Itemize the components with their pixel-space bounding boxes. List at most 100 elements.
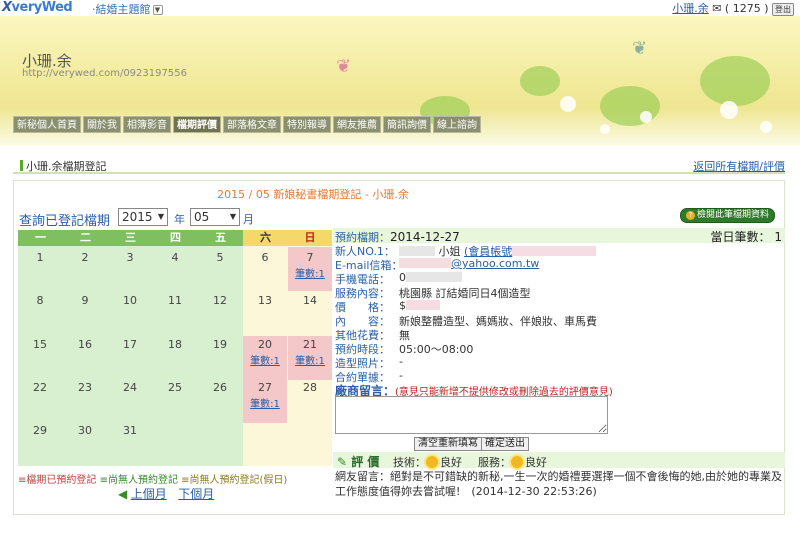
- calendar-day[interactable]: 19: [198, 338, 242, 351]
- points-count: ( 1275 ): [724, 2, 769, 15]
- calendar-day[interactable]: 1: [18, 251, 62, 264]
- calendar-day[interactable]: 2: [63, 251, 107, 264]
- triangle-left-icon: ◀: [118, 487, 128, 501]
- calendar-day[interactable]: 24: [108, 381, 152, 394]
- clear-button[interactable]: 清空重新填寫: [414, 437, 482, 451]
- calendar-day[interactable]: 9: [63, 294, 107, 307]
- skill-rating: 技術： 良好: [393, 456, 462, 469]
- nav-item-reports[interactable]: 特別報導: [283, 116, 331, 133]
- booking-count-link[interactable]: 筆數:1: [288, 352, 332, 367]
- user-name-link[interactable]: 小珊.余: [672, 2, 709, 15]
- sun-icon: [426, 456, 438, 468]
- calendar-day[interactable]: 12: [198, 294, 242, 307]
- calendar-day[interactable]: 25: [153, 381, 197, 394]
- daily-count: 當日筆數： 1: [710, 230, 782, 244]
- calendar-day[interactable]: 8: [18, 294, 62, 307]
- user-area: 小珊.余 ✉ ( 1275 ) 登出: [672, 0, 794, 16]
- calendar-day[interactable]: 11: [153, 294, 197, 307]
- calendar-day[interactable]: 6: [243, 251, 287, 264]
- booking-count-link[interactable]: 筆數:1: [243, 395, 287, 410]
- calendar-day[interactable]: 17: [108, 338, 152, 351]
- weekday-header-sat: 六: [243, 230, 288, 246]
- submit-button[interactable]: 確定送出: [481, 437, 529, 451]
- question-icon: ?: [686, 211, 695, 220]
- query-label: 查詢已登記檔期: [19, 214, 111, 229]
- chevron-down-icon: ▼: [157, 212, 164, 221]
- page-title: 小珊.余檔期登記: [20, 158, 107, 174]
- review-time: (2014-12-30 22:53:26): [471, 485, 597, 498]
- chevron-down-icon: ▼: [229, 212, 236, 221]
- mail-icon[interactable]: ✉: [712, 2, 721, 15]
- calendar-day[interactable]: 20: [243, 338, 287, 351]
- sun-icon: [511, 456, 523, 468]
- nav-item-album[interactable]: 相簿影音: [123, 116, 171, 133]
- calendar-day[interactable]: 18: [153, 338, 197, 351]
- calendar-day[interactable]: 22: [18, 381, 62, 394]
- site-url[interactable]: http://verywed.com/0923197556: [22, 68, 187, 79]
- contract-value: -: [399, 369, 403, 382]
- weekday-header: 二: [63, 230, 108, 246]
- nav-item-sms[interactable]: 簡訊詢價: [383, 116, 431, 133]
- butterfly-icon: ❦: [336, 56, 352, 77]
- weekday-header: 三: [108, 230, 153, 246]
- calendar-day[interactable]: 29: [18, 424, 62, 437]
- nav-item-consult[interactable]: 線上諮詢: [433, 116, 481, 133]
- back-link[interactable]: 返回所有檔期/評價: [693, 158, 785, 174]
- calendar-grid: 一 二 三 四 五 六 日 1 2 3 4 5 6 7 筆數:1 8 9 10 …: [18, 230, 332, 466]
- calendar-day[interactable]: 16: [63, 338, 107, 351]
- calendar-day[interactable]: 7: [288, 251, 332, 264]
- calendar-day[interactable]: 28: [288, 381, 332, 394]
- service-rating: 服務： 良好: [478, 456, 547, 469]
- year-select[interactable]: 2015 ▼: [118, 208, 168, 226]
- pencil-icon: ✎: [337, 455, 348, 469]
- calendar-day[interactable]: 14: [288, 294, 332, 307]
- nav-item-schedule[interactable]: 檔期評價: [173, 116, 221, 133]
- vendor-message-input[interactable]: [335, 396, 608, 434]
- booking-count-link[interactable]: 筆數:1: [288, 265, 332, 280]
- nav-item-recommend[interactable]: 網友推薦: [333, 116, 381, 133]
- content-value: 新娘整體造型、媽媽妝、伴娘妝、車馬費: [399, 315, 597, 328]
- time-value: 05:00～08:00: [399, 343, 474, 356]
- calendar-day[interactable]: 26: [198, 381, 242, 394]
- weekday-header-sun: 日: [288, 230, 332, 246]
- calendar-day[interactable]: 10: [108, 294, 152, 307]
- email-value[interactable]: @yahoo.com.tw: [399, 257, 539, 270]
- nav-item-blog[interactable]: 部落格文章: [223, 116, 281, 133]
- month-select[interactable]: 05 ▼: [190, 208, 240, 226]
- calendar-day[interactable]: 30: [63, 424, 107, 437]
- logout-button[interactable]: 登出: [772, 3, 794, 16]
- calendar-day[interactable]: 3: [108, 251, 152, 264]
- price-value: $: [399, 299, 440, 312]
- nav-item-home[interactable]: 新秘個人首頁: [13, 116, 81, 133]
- year-suffix: 年: [174, 213, 185, 226]
- next-month-link[interactable]: 下個月: [178, 487, 214, 501]
- weekday-header: 一: [18, 230, 63, 246]
- verywed-logo[interactable]: XveryWed: [2, 0, 73, 15]
- calendar-day[interactable]: 15: [18, 338, 62, 351]
- chevron-down-icon: ▼: [152, 5, 163, 15]
- weekday-header: 四: [153, 230, 198, 246]
- view-booking-button[interactable]: ? 檢閱此筆檔期資料: [680, 208, 776, 223]
- calendar-day[interactable]: 13: [243, 294, 287, 307]
- review-text: 網友留言：絕對是不可錯缺的新秘,一生一次的婚禮要選擇一個不會後悔的她,由於她的專…: [335, 470, 782, 498]
- calendar-day[interactable]: 21: [288, 338, 332, 351]
- rating-title: ✎ 評 價: [337, 455, 380, 469]
- legend-booked: ≡檔期已預約登記: [18, 475, 97, 486]
- butterfly-icon: ❦: [632, 38, 648, 59]
- prev-month-link[interactable]: 上個月: [131, 487, 167, 501]
- nav-item-about[interactable]: 關於我: [83, 116, 121, 133]
- phone-value: 0: [399, 271, 462, 284]
- calendar-day[interactable]: 27: [243, 381, 287, 394]
- calendar-title: 2015 / 05 新娘秘書檔期登記 - 小珊.余: [217, 188, 409, 201]
- calendar-day[interactable]: 23: [63, 381, 107, 394]
- calendar-day[interactable]: 4: [153, 251, 197, 264]
- theme-dropdown[interactable]: ·結婚主題館 ▼: [92, 1, 163, 17]
- calendar-day[interactable]: 5: [198, 251, 242, 264]
- month-nav: ◀ 上個月 下個月: [118, 485, 214, 502]
- calendar-day[interactable]: 31: [108, 424, 152, 437]
- photo-value: -: [399, 355, 403, 368]
- booking-count-link[interactable]: 筆數:1: [243, 352, 287, 367]
- calendar-legend: ≡檔期已預約登記 ≡尚無人預約登記 ≡尚無人預約登記(假日): [18, 471, 287, 486]
- main-nav: 新秘個人首頁 關於我 相簿影音 檔期評價 部落格文章 特別報導 網友推薦 簡訊詢…: [13, 116, 481, 133]
- weekday-header: 五: [198, 230, 243, 246]
